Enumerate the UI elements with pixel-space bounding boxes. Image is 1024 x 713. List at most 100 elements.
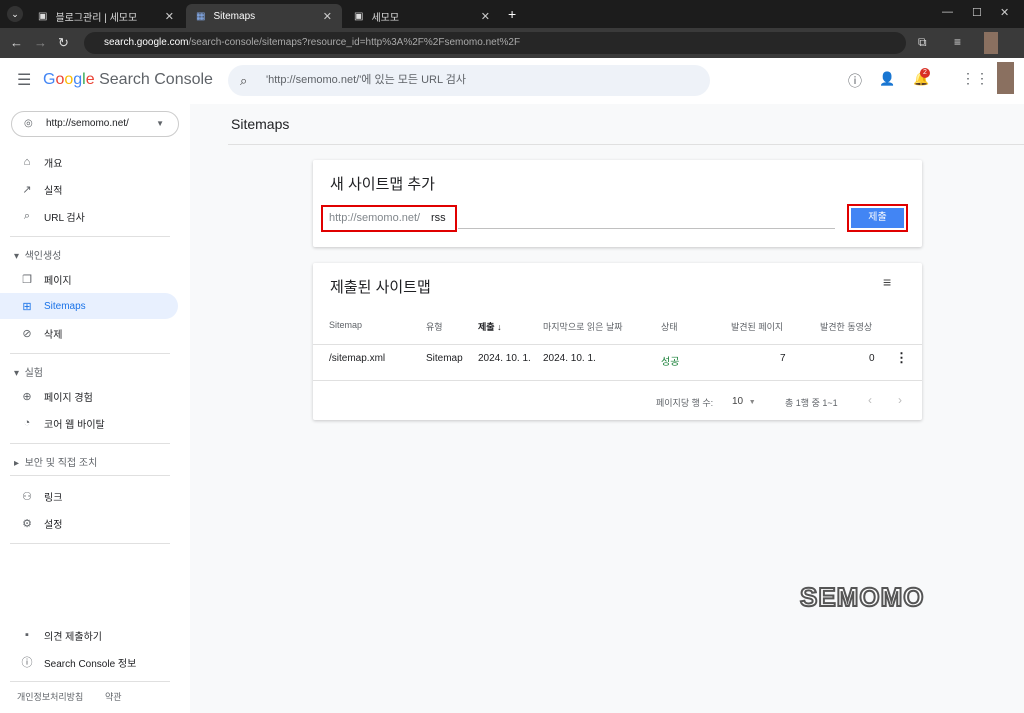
- more-vert-icon[interactable]: ⋮: [895, 350, 908, 366]
- sidebar-item-page-experience[interactable]: ⊕ 페이지 경험: [0, 383, 178, 409]
- privacy-link[interactable]: 개인정보처리방침: [17, 690, 83, 703]
- logo[interactable]: Google Search Console: [43, 71, 213, 89]
- cell-pages: 7: [780, 353, 786, 364]
- links-icon: ⚇: [22, 490, 32, 503]
- account-avatar[interactable]: [997, 62, 1014, 94]
- sidebar-item-performance[interactable]: ↗ 실적: [0, 176, 178, 202]
- search-icon: ⌕: [240, 73, 248, 88]
- prev-page-button[interactable]: ‹: [868, 393, 872, 407]
- card-title: 새 사이트맵 추가: [330, 176, 435, 193]
- sidebar-item-pages[interactable]: ❐ 페이지: [0, 266, 178, 292]
- reload-icon[interactable]: ↻: [58, 35, 69, 51]
- section-indexing[interactable]: ▾ 색인생성: [14, 247, 61, 262]
- globe-icon: ◎: [24, 118, 33, 129]
- cell-sitemap[interactable]: /sitemap.xml: [329, 353, 385, 364]
- close-icon[interactable]: ✕: [481, 10, 490, 23]
- minimize-button[interactable]: —: [942, 6, 953, 18]
- menu-icon[interactable]: ☰: [17, 70, 31, 90]
- sidebar-item-settings[interactable]: ⚙ 설정: [0, 510, 178, 536]
- tab-semomo[interactable]: ▣ 세모모 ✕: [344, 4, 500, 28]
- tab-search-button[interactable]: ⌄: [7, 6, 23, 22]
- forward-icon[interactable]: →: [34, 35, 47, 50]
- sidebar-item-core-web-vitals[interactable]: ◔ 코어 웹 바이탈: [0, 410, 178, 436]
- new-tab-button[interactable]: +: [508, 6, 516, 22]
- sidebar-item-sitemaps[interactable]: ⊞ Sitemaps: [0, 293, 178, 319]
- column-videos[interactable]: 발견한 동영상: [820, 320, 872, 333]
- extensions-icon[interactable]: ⧉: [918, 35, 927, 50]
- gear-icon: ⚙: [22, 517, 32, 530]
- close-window-button[interactable]: ✕: [1000, 6, 1009, 19]
- divider: [10, 475, 170, 476]
- divider: [10, 543, 170, 544]
- apps-grid-icon[interactable]: ⋮⋮: [961, 70, 989, 87]
- sidebar-item-overview[interactable]: ⌂ 개요: [0, 149, 178, 175]
- page-title: Sitemaps: [231, 116, 290, 132]
- rows-per-page-select[interactable]: 10 ▼: [732, 396, 756, 407]
- tab-title: 세모모: [371, 12, 400, 24]
- add-sitemap-card: 새 사이트맵 추가 http://semomo.net/ rss 제출: [313, 160, 922, 247]
- url-inspect-search[interactable]: ⌕ 'http://semomo.net/'에 있는 모든 URL 검사: [228, 65, 710, 96]
- reading-list-icon[interactable]: ≡: [954, 35, 961, 49]
- property-name: http://semomo.net/: [46, 118, 129, 129]
- divider: [313, 344, 922, 345]
- card-title: 제출된 사이트맵: [330, 279, 431, 296]
- maximize-button[interactable]: ☐: [972, 6, 982, 19]
- sidebar-item-links[interactable]: ⚇ 링크: [0, 483, 178, 509]
- eye-off-icon: ⊘: [22, 327, 32, 340]
- section-label: 색인생성: [24, 251, 62, 262]
- rows-per-page-value: 10: [732, 396, 744, 407]
- profile-avatar[interactable]: [984, 32, 998, 54]
- column-sitemap[interactable]: Sitemap: [329, 320, 362, 330]
- pagination-range: 총 1행 중 1~1: [785, 398, 838, 408]
- notification-badge: 2: [920, 68, 930, 78]
- column-last-read[interactable]: 마지막으로 읽은 날짜: [543, 320, 623, 333]
- sitemap-icon: ⊞: [22, 300, 32, 313]
- url-field[interactable]: search.google.com/search-console/sitemap…: [84, 32, 906, 54]
- tab-bar: ⌄ ▣ 블로그관리 | 세모모 ✕ ▦ Sitemaps ✕ ▣ 세모모 ✕ + — ☐ ✕: [0, 0, 1024, 28]
- nav-label: Search Console 정보: [44, 658, 137, 670]
- property-selector[interactable]: ◎ http://semomo.net/ ▼: [11, 111, 179, 137]
- search-placeholder: 'http://semomo.net/'에 있는 모든 URL 검사: [266, 74, 466, 86]
- divider: [10, 236, 170, 237]
- close-icon[interactable]: ✕: [165, 10, 174, 23]
- section-experience[interactable]: ▾ 실험: [14, 364, 43, 379]
- sidebar-item-feedback[interactable]: ▪ 의견 제출하기: [0, 622, 178, 648]
- close-icon[interactable]: ✕: [323, 10, 332, 23]
- sidebar-item-about[interactable]: ⓘ Search Console 정보: [0, 649, 178, 675]
- filter-icon[interactable]: ≡: [883, 274, 891, 290]
- back-icon[interactable]: ←: [10, 35, 23, 50]
- sitemap-url-input[interactable]: rss: [431, 212, 446, 224]
- divider: [228, 144, 1024, 145]
- nav-label: 삭제: [44, 329, 63, 341]
- sidebar-item-removals[interactable]: ⊘ 삭제: [0, 320, 178, 346]
- column-submitted[interactable]: 제출 ↓: [478, 320, 502, 333]
- rows-per-page-label: 페이지당 행 수:: [656, 398, 714, 408]
- terms-link[interactable]: 약관: [105, 690, 122, 703]
- feedback-icon: ▪: [25, 629, 29, 641]
- tab-blog[interactable]: ▣ 블로그관리 | 세모모 ✕: [28, 4, 184, 28]
- nav-label: 개요: [44, 158, 63, 170]
- sidebar-item-url-inspection[interactable]: ⌕ URL 검사: [0, 203, 178, 229]
- page-icon: ▣: [354, 10, 364, 22]
- gauge-icon: ◔: [23, 417, 31, 429]
- column-pages[interactable]: 발견된 페이지: [731, 320, 783, 333]
- user-settings-icon[interactable]: 👤: [879, 71, 895, 87]
- cell-type: Sitemap: [426, 353, 463, 364]
- home-icon: ⌂: [23, 156, 31, 168]
- search-icon: ⌕: [23, 209, 31, 222]
- tab-sitemaps[interactable]: ▦ Sitemaps ✕: [186, 4, 342, 28]
- help-icon[interactable]: ⓘ: [848, 71, 862, 91]
- divider: [10, 443, 170, 444]
- tab-title: 블로그관리 | 세모모: [55, 12, 138, 24]
- column-status[interactable]: 상태: [661, 320, 678, 333]
- dropdown-arrow-icon: ▼: [748, 399, 756, 406]
- input-underline: [458, 228, 835, 229]
- nav-label: 페이지: [44, 275, 72, 287]
- submit-button[interactable]: 제출: [851, 208, 904, 228]
- section-security[interactable]: ▸ 보안 및 직접 조치: [14, 454, 97, 469]
- url-host: search.google.com: [104, 37, 189, 48]
- column-type[interactable]: 유형: [426, 320, 443, 333]
- nav-label: 설정: [44, 519, 63, 531]
- next-page-button[interactable]: ›: [898, 393, 902, 407]
- cell-last-read: 2024. 10. 1.: [543, 353, 596, 364]
